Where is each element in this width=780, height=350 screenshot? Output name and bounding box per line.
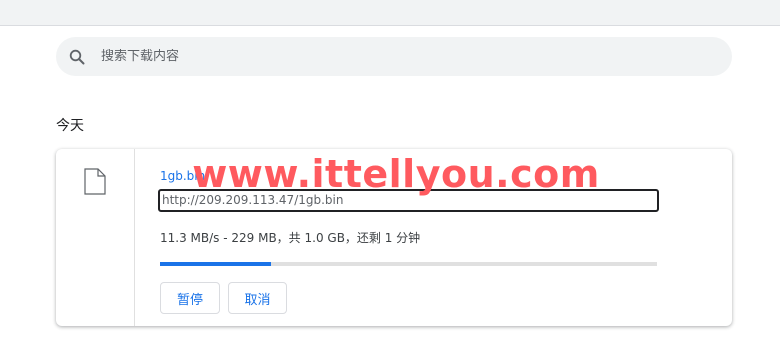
- progress-bar: [160, 262, 657, 266]
- search-bar[interactable]: [56, 37, 732, 76]
- search-icon[interactable]: [69, 49, 85, 65]
- progress-bar-fill: [160, 262, 272, 266]
- search-input[interactable]: [101, 49, 661, 64]
- top-toolbar: [0, 0, 780, 26]
- watermark-text: www.ittellyou.com: [192, 152, 600, 196]
- date-section-label: 今天: [56, 118, 84, 134]
- cancel-button[interactable]: 取消: [228, 282, 287, 314]
- download-status: 11.3 MB/s - 229 MB，共 1.0 GB，还剩 1 分钟: [160, 231, 421, 245]
- pause-button[interactable]: 暂停: [160, 282, 220, 314]
